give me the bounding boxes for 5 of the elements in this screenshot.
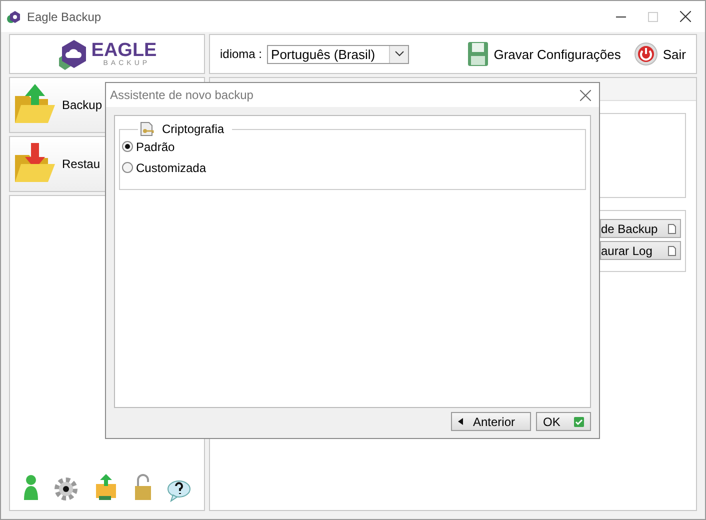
window-title: Eagle Backup xyxy=(27,10,102,24)
group-title: Criptografia xyxy=(162,122,224,136)
dialog-title: Assistente de novo backup xyxy=(110,88,254,102)
logo-name: EAGLE xyxy=(91,41,157,60)
language-label: idioma : xyxy=(220,47,262,61)
